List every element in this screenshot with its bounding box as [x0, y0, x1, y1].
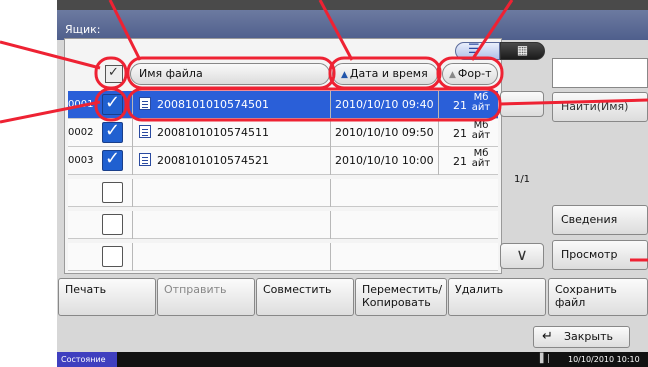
sort-asc-icon: ▲	[341, 70, 348, 80]
print-button[interactable]: Печать	[58, 278, 156, 316]
file-name-cell	[132, 243, 330, 271]
date-cell: 2010/10/10 09:50	[330, 119, 438, 147]
save-file-button[interactable]: Сохранить файл	[548, 278, 648, 316]
document-icon	[139, 125, 151, 138]
empty-row	[68, 179, 498, 207]
status-bar	[57, 352, 648, 367]
select-all-checkbox[interactable]	[105, 65, 123, 83]
status-divider: ▌|	[540, 354, 550, 364]
document-icon	[139, 153, 151, 166]
grid-view-toggle[interactable]: ▦	[500, 42, 545, 60]
file-name-cell	[132, 211, 330, 239]
page-indicator: 1/1	[513, 174, 531, 185]
file-name-cell	[132, 179, 330, 207]
date-cell	[330, 179, 438, 207]
size-cell: 21 Мб айт	[438, 119, 498, 147]
list-view-toggle[interactable]	[455, 42, 500, 60]
file-name: 2008101010574521	[157, 154, 269, 167]
sort-date-label: Дата и время	[349, 67, 428, 80]
size-unit: Мб айт	[471, 148, 491, 169]
row-number: 0003	[68, 155, 94, 166]
size-unit: Мб айт	[471, 120, 491, 141]
size-value: 21	[453, 155, 467, 168]
row-checkbox[interactable]	[102, 182, 123, 203]
row-number: 0002	[68, 127, 94, 138]
sort-by-date-button[interactable]: ▲ Дата и время	[332, 63, 438, 85]
enter-icon: ↵	[542, 329, 553, 344]
date-cell: 2010/10/10 10:00	[330, 147, 438, 175]
title-bar: Ящик:	[57, 0, 648, 40]
scroll-down-button[interactable]: ∨	[500, 243, 544, 269]
sort-by-format-button[interactable]: ▲ Фор-т	[442, 63, 498, 85]
chevron-down-icon: ∨	[516, 245, 528, 264]
sort-by-name-button[interactable]: Имя файла	[130, 63, 330, 85]
details-button[interactable]: Сведения	[552, 205, 648, 235]
table-row[interactable]: 0003 2008101010574521 2010/10/10 10:00 2…	[68, 147, 498, 175]
find-by-name-button[interactable]: Найти(Имя)	[552, 92, 648, 122]
date-cell: 2010/10/10 09:40	[330, 91, 438, 119]
send-button[interactable]: Отправить	[157, 278, 255, 316]
preview-button[interactable]: Просмотр	[552, 240, 648, 270]
size-unit: Мб айт	[471, 92, 491, 113]
file-name: 2008101010574511	[157, 126, 269, 139]
row-checkbox[interactable]	[102, 246, 123, 267]
sort-format-label: Фор-т	[457, 67, 492, 80]
date-cell	[330, 211, 438, 239]
date-cell	[330, 243, 438, 271]
empty-row	[68, 211, 498, 239]
file-name-cell: 2008101010574501	[132, 91, 330, 119]
table-row[interactable]: 0002 2008101010574511 2010/10/10 09:50 2…	[68, 119, 498, 147]
search-field[interactable]	[552, 58, 648, 88]
delete-button[interactable]: Удалить	[448, 278, 546, 316]
close-label: Закрыть	[564, 330, 613, 343]
size-value: 21	[453, 99, 467, 112]
sort-icon: ▲	[449, 70, 456, 80]
box-title: Ящик:	[65, 23, 101, 36]
file-name-cell: 2008101010574511	[132, 119, 330, 147]
row-checkbox[interactable]	[102, 120, 123, 143]
close-button[interactable]: ↵ Закрыть	[533, 326, 630, 348]
move-copy-button[interactable]: Переместить/ Копировать	[355, 278, 447, 316]
size-value: 21	[453, 127, 467, 140]
file-name-cell: 2008101010574521	[132, 147, 330, 175]
size-cell: 21 Мб айт	[438, 147, 498, 175]
scroll-up-button[interactable]	[500, 91, 544, 117]
document-icon	[139, 97, 151, 110]
table-row[interactable]: 0001 2008101010574501 2010/10/10 09:40 2…	[68, 91, 498, 119]
row-checkbox[interactable]	[102, 92, 123, 115]
combine-button[interactable]: Совместить	[256, 278, 354, 316]
row-checkbox[interactable]	[102, 148, 123, 171]
row-checkbox[interactable]	[102, 214, 123, 235]
file-name: 2008101010574501	[157, 98, 269, 111]
size-cell: 21 Мб айт	[438, 91, 498, 119]
status-button[interactable]: Состояние	[57, 352, 117, 367]
empty-row	[68, 243, 498, 271]
row-number: 0001	[68, 99, 94, 110]
status-datetime: 10/10/2010 10:10	[568, 355, 640, 364]
